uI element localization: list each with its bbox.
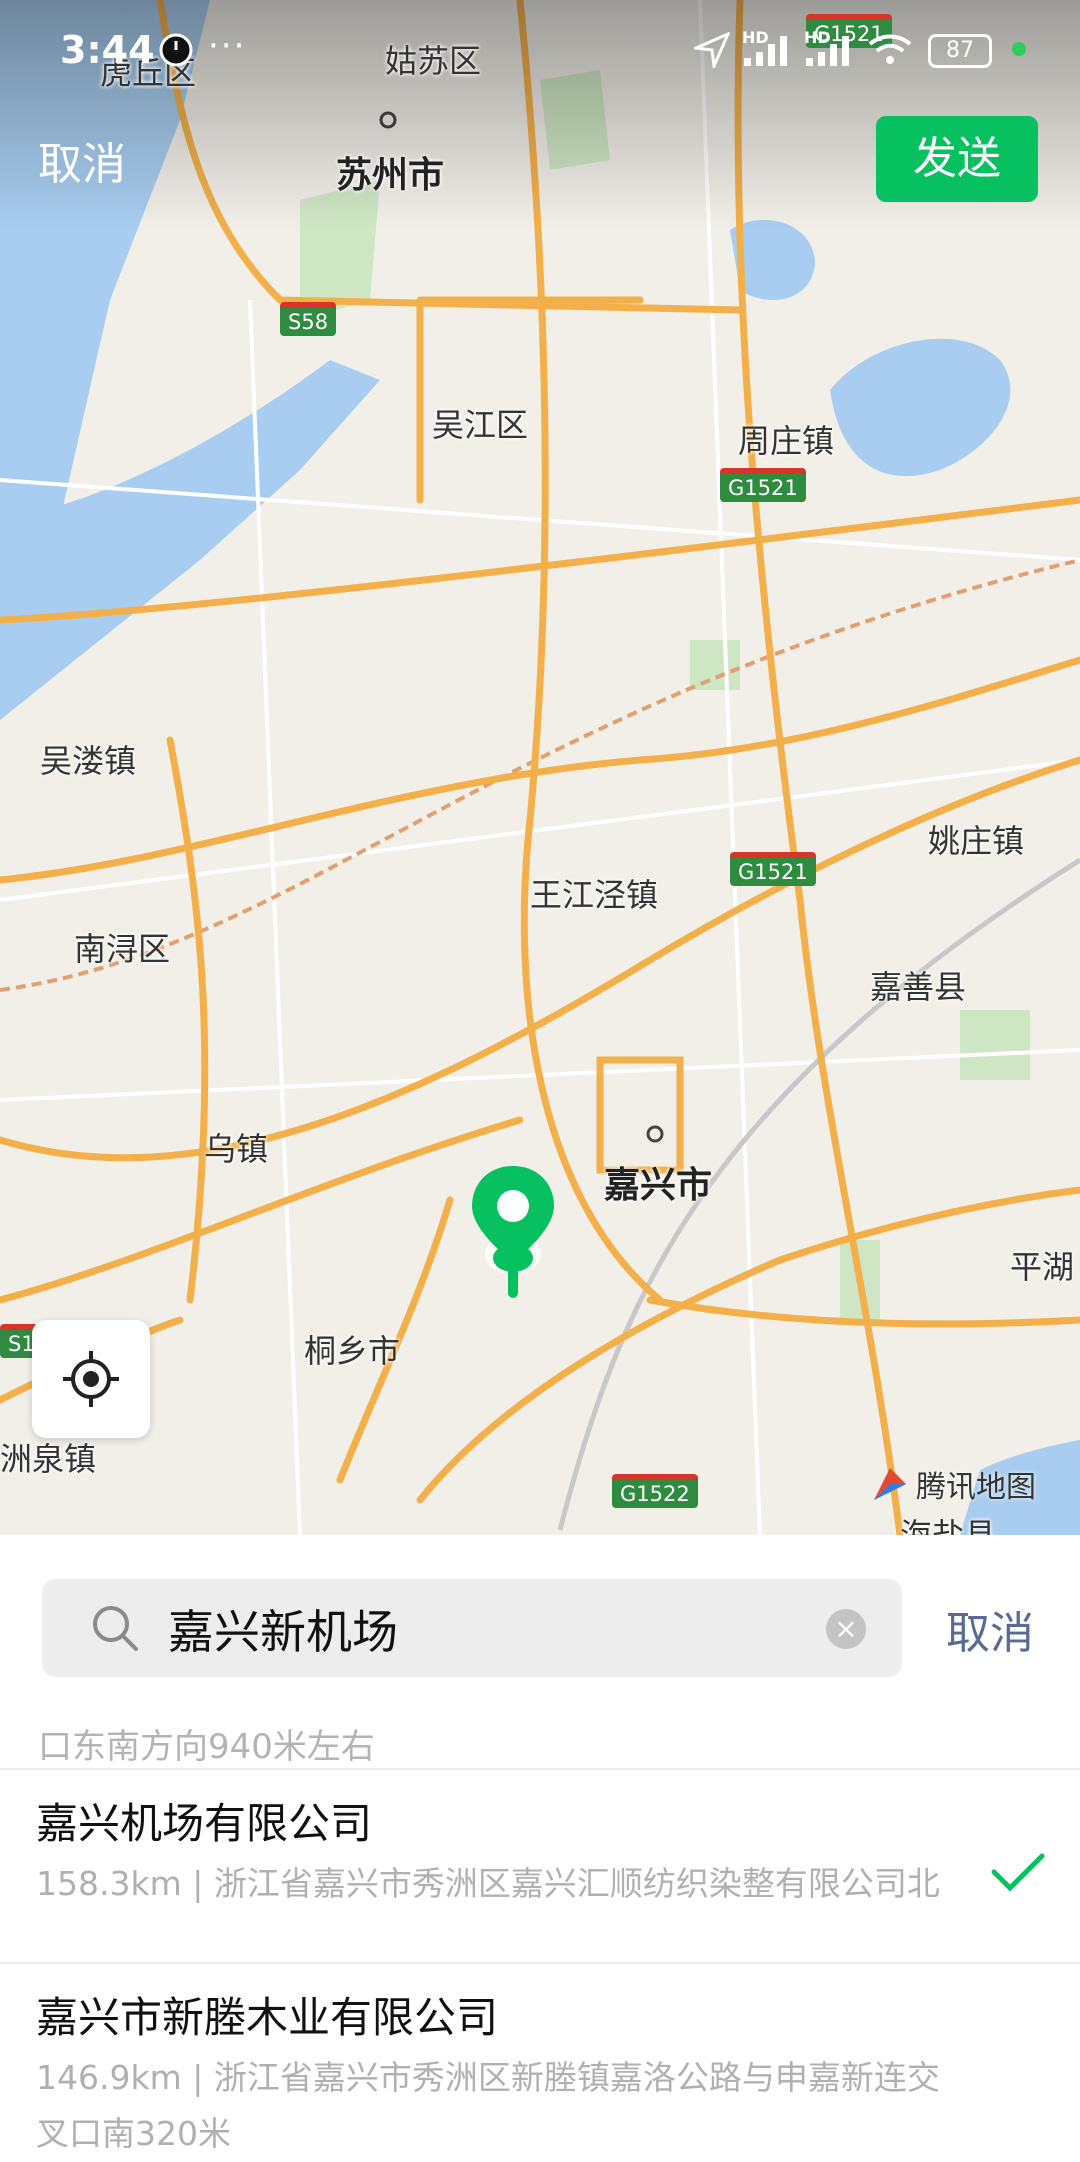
map-provider-watermark: 腾讯地图: [870, 1462, 1036, 1506]
signal-icon: [806, 36, 849, 66]
list-item[interactable]: 嘉兴机场有限公司 158.3km | 浙江省嘉兴市秀洲区嘉兴汇顺纺织染整有限公司…: [0, 1770, 1080, 1960]
place-label: 苏州市: [336, 155, 445, 196]
road-shield: G1521: [720, 468, 806, 502]
place-label: 嘉善县: [870, 968, 967, 1006]
battery-icon: 87: [928, 34, 992, 68]
map-view[interactable]: 虎丘区 姑苏区 苏州市 吴江区 周庄镇 吴溇镇 姚庄镇 王江泾镇 南浔区 嘉善县…: [0, 0, 1080, 1535]
place-label: 桐乡市: [304, 1332, 401, 1370]
status-bar: 3:44 ··· HD HD 87: [0, 0, 1080, 100]
location-pin-icon[interactable]: [468, 1162, 558, 1302]
signal-icon: [744, 36, 787, 66]
place-label: 洲泉镇: [0, 1440, 97, 1478]
clear-search-button[interactable]: ×: [826, 1609, 866, 1649]
send-button[interactable]: 发送: [876, 116, 1038, 202]
place-label: 海盐县: [900, 1516, 997, 1535]
watermark-text: 腾讯地图: [916, 1470, 1036, 1505]
cancel-button[interactable]: 取消: [38, 128, 126, 192]
result-detail: 158.3km | 浙江省嘉兴市秀洲区嘉兴汇顺纺织染整有限公司北: [36, 1864, 940, 1903]
status-dot: [1012, 42, 1026, 56]
place-label: 南浔区: [74, 930, 171, 968]
status-time: 3:44: [60, 28, 155, 72]
wifi-icon: [868, 34, 912, 64]
place-label: 王江泾镇: [530, 876, 659, 914]
result-name: 嘉兴机场有限公司: [36, 1799, 373, 1848]
place-label: 吴溇镇: [40, 742, 137, 780]
location-arrow-icon: [694, 32, 730, 68]
place-label: 周庄镇: [738, 422, 835, 460]
place-label: 吴江区: [432, 406, 529, 444]
result-detail: 146.9km | 浙江省嘉兴市秀洲区新塍镇嘉洛公路与申嘉新连交叉口南320米: [36, 2058, 940, 2153]
road-shield: S58: [280, 302, 337, 336]
result-name: 嘉兴市新塍木业有限公司: [36, 1993, 499, 2042]
alarm-icon: [159, 33, 193, 67]
list-item[interactable]: 嘉兴市新塍木业有限公司 146.9km | 浙江省嘉兴市秀洲区新塍镇嘉洛公路与申…: [0, 1964, 1080, 2160]
place-label: 平湖: [1010, 1248, 1075, 1286]
place-label: 嘉兴市: [604, 1165, 713, 1206]
close-icon: ×: [834, 1612, 858, 1645]
search-results-panel: × 取消 口东南方向940米左右 嘉兴机场有限公司 158.3km | 浙江省嘉…: [0, 1535, 1080, 2160]
cancel-search-button[interactable]: 取消: [946, 1597, 1034, 1661]
search-icon: [93, 1606, 138, 1651]
checkmark-icon: [991, 1853, 1045, 1892]
partial-result-text: 口东南方向940米左右: [38, 1727, 375, 1767]
map-base-layer: [0, 0, 1080, 1535]
tencent-map-logo-icon: [874, 1468, 906, 1500]
crosshair-icon: [63, 1351, 119, 1407]
locate-me-button[interactable]: [32, 1320, 150, 1438]
more-notifications-icon: ···: [208, 26, 247, 66]
search-bar: ×: [42, 1579, 902, 1679]
road-shield: G1522: [612, 1474, 698, 1508]
place-label: 姚庄镇: [928, 822, 1025, 860]
search-input[interactable]: [166, 1579, 810, 1679]
place-label: 乌镇: [204, 1130, 269, 1168]
road-shield: G1521: [730, 852, 816, 886]
